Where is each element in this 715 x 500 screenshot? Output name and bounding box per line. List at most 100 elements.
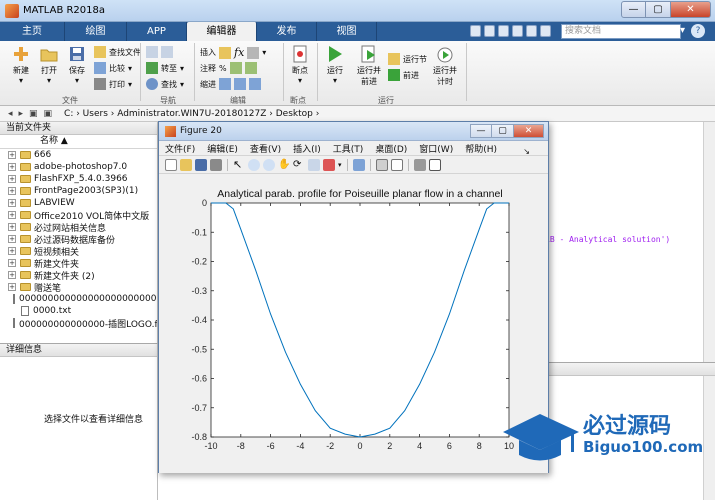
run-and-time-button[interactable]: 运行并 计时: [430, 45, 460, 87]
print-button[interactable]: 打印 ▾: [94, 78, 132, 90]
insert-menu-icon[interactable]: [247, 46, 260, 59]
find-files-button[interactable]: 查找文件: [94, 46, 141, 58]
figure-minimize-button[interactable]: —: [470, 124, 492, 138]
folder-list-item[interactable]: + LABVIEW: [0, 197, 157, 209]
address-path[interactable]: C: › Users › Administrator.WIN7U-2018012…: [64, 109, 319, 119]
expand-icon[interactable]: +: [8, 283, 16, 291]
brush-icon[interactable]: [323, 158, 335, 171]
expand-icon[interactable]: +: [8, 223, 16, 231]
figure-close-button[interactable]: ✕: [514, 124, 544, 138]
menu-help[interactable]: 帮助(H): [465, 142, 497, 155]
compare-button[interactable]: 比较 ▾: [94, 62, 132, 74]
expand-icon[interactable]: +: [8, 199, 16, 207]
file-list-item[interactable]: 00000000000000000000000000...: [0, 293, 157, 305]
tab-editor[interactable]: 编辑器: [187, 22, 257, 41]
search-documentation-input[interactable]: 搜索文档: [561, 24, 681, 39]
folder-list-item[interactable]: +666: [0, 149, 157, 161]
folder-list-item[interactable]: + 赠送笔: [0, 281, 157, 293]
print-figure-icon[interactable]: [210, 158, 222, 171]
copy-quick-icon[interactable]: [498, 25, 509, 37]
expand-icon[interactable]: +: [8, 247, 16, 255]
folder-list-item[interactable]: + 新建文件夹 (2): [0, 269, 157, 281]
zoom-out-icon[interactable]: [263, 158, 275, 171]
expand-icon[interactable]: +: [8, 175, 16, 183]
tab-home[interactable]: 主页: [0, 22, 65, 41]
expand-icon[interactable]: +: [8, 163, 16, 171]
folder-list-item[interactable]: + 新建文件夹: [0, 257, 157, 269]
menu-file[interactable]: 文件(F): [165, 142, 195, 155]
new-figure-icon[interactable]: [165, 158, 177, 171]
fx-icon[interactable]: fx: [234, 46, 244, 59]
tab-plots[interactable]: 绘图: [65, 22, 127, 41]
colorbar-icon[interactable]: [375, 158, 388, 171]
close-button[interactable]: ✕: [671, 1, 711, 18]
maximize-button[interactable]: ▢: [646, 1, 671, 18]
pointer-icon[interactable]: ↖: [233, 158, 245, 171]
folder-list-item[interactable]: + 短视频相关: [0, 245, 157, 257]
new-button[interactable]: 新建 ▾: [8, 45, 34, 85]
back-forward-nav[interactable]: [146, 46, 173, 58]
save-quick-icon[interactable]: [470, 25, 481, 37]
hide-plot-tools-icon[interactable]: [413, 158, 426, 171]
save-button[interactable]: 保存 ▾: [64, 45, 90, 85]
folder-list-item[interactable]: + 必过源码数据库备份: [0, 233, 157, 245]
expand-icon[interactable]: +: [8, 271, 16, 279]
breakpoints-button[interactable]: 断点 ▾: [287, 45, 313, 85]
figure-maximize-button[interactable]: ▢: [492, 124, 514, 138]
name-column-header[interactable]: 名称 ▲: [0, 135, 157, 149]
folder-list-item[interactable]: + FrontPage2003(SP3)(1): [0, 185, 157, 197]
cut-quick-icon[interactable]: [484, 25, 495, 37]
insert-button[interactable]: 插入 fx ▾: [200, 46, 266, 59]
zoom-in-icon[interactable]: [248, 158, 260, 171]
brush-dropdown-icon[interactable]: ▾: [338, 161, 342, 169]
run-button[interactable]: 运行 ▾: [322, 45, 348, 85]
open-button[interactable]: 打开 ▾: [36, 45, 62, 85]
run-and-advance-button[interactable]: 运行并 前进: [354, 45, 384, 87]
expand-icon[interactable]: +: [8, 235, 16, 243]
help-icon[interactable]: ?: [691, 24, 705, 38]
increase-indent-icon[interactable]: [234, 78, 246, 90]
show-plot-tools-icon[interactable]: [428, 158, 441, 171]
tab-publish[interactable]: 发布: [257, 22, 317, 41]
tab-apps[interactable]: APP: [127, 22, 187, 41]
run-section-button[interactable]: 运行节: [388, 53, 427, 65]
file-list-item[interactable]: 000000000000000-插图LOGO.f...: [0, 317, 157, 329]
find-button[interactable]: 查找 ▾: [146, 78, 184, 90]
open-file-icon[interactable]: [180, 158, 192, 171]
menu-insert[interactable]: 插入(I): [293, 142, 321, 155]
minimize-button[interactable]: —: [621, 1, 646, 18]
menu-tools[interactable]: 工具(T): [333, 142, 364, 155]
menu-edit[interactable]: 编辑(E): [207, 142, 238, 155]
folder-list-item[interactable]: + 必过网站相关信息: [0, 221, 157, 233]
comment-icon[interactable]: [229, 62, 242, 74]
paste-quick-icon[interactable]: [512, 25, 523, 37]
folder-list-item[interactable]: + FlashFXP_5.4.0.3966: [0, 173, 157, 185]
rotate-3d-icon[interactable]: ⟳: [293, 159, 305, 171]
folder-list-item[interactable]: + Office2010 VOL简体中文版: [0, 209, 157, 221]
notifications-dropdown-icon[interactable]: ▾: [680, 25, 685, 36]
undo-quick-icon[interactable]: [526, 25, 537, 37]
expand-icon[interactable]: +: [8, 187, 16, 195]
goto-button[interactable]: 转至 ▾: [146, 62, 184, 74]
indent-button[interactable]: 缩进: [200, 78, 261, 90]
file-list-item[interactable]: 0000.txt: [0, 305, 157, 317]
address-nav-buttons[interactable]: ◂▸▣▣: [8, 109, 58, 119]
advance-button[interactable]: 前进: [388, 69, 419, 81]
decrease-indent-icon[interactable]: [249, 78, 261, 90]
menu-window[interactable]: 窗口(W): [419, 142, 453, 155]
uncomment-icon[interactable]: [244, 62, 257, 74]
smart-indent-icon[interactable]: [219, 78, 231, 90]
expand-icon[interactable]: +: [8, 151, 16, 159]
menu-view[interactable]: 查看(V): [250, 142, 281, 155]
pan-hand-icon[interactable]: ✋: [278, 159, 290, 171]
menu-desktop[interactable]: 桌面(D): [375, 142, 407, 155]
redo-quick-icon[interactable]: [540, 25, 551, 37]
expand-icon[interactable]: +: [8, 259, 16, 267]
comment-button[interactable]: 注释 %: [200, 62, 257, 74]
folder-list-item[interactable]: + adobe-photoshop7.0: [0, 161, 157, 173]
tab-view[interactable]: 视图: [317, 22, 377, 41]
command-scrollbar[interactable]: [703, 122, 715, 362]
link-plot-icon[interactable]: [352, 158, 365, 171]
plot-area[interactable]: Analytical parab. profile for Poiseuille…: [159, 175, 548, 473]
percent-icon[interactable]: %: [219, 64, 227, 73]
